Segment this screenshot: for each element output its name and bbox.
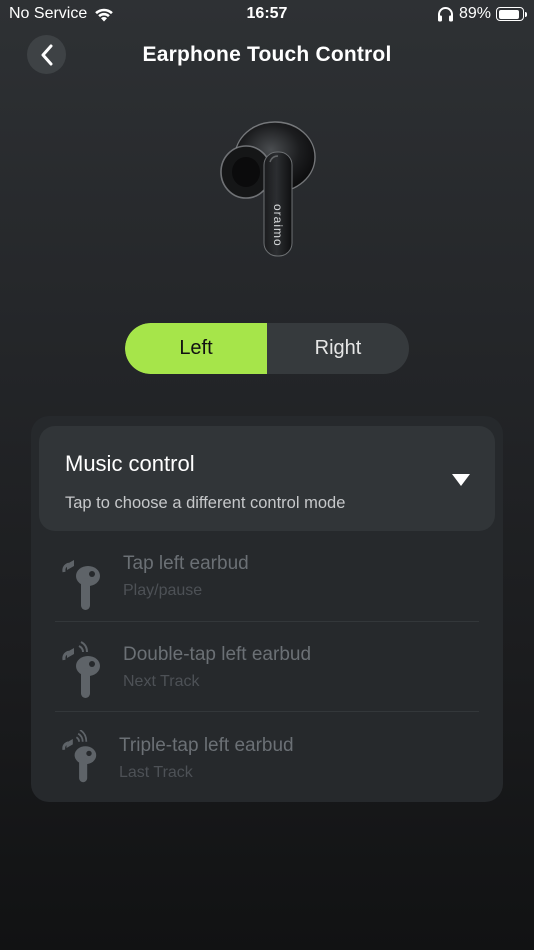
page-title: Earphone Touch Control [142,43,392,66]
gesture-row-double-tap[interactable]: Double-tap left earbud Next Track [55,622,479,710]
brand-logo: oraimo [271,204,285,247]
earbud-double-tap-icon [62,641,100,698]
gesture-row-tap[interactable]: Tap left earbud Play/pause [55,542,479,630]
earbud-tap-icon [62,560,100,610]
gesture-action: Last Track [119,764,193,781]
battery-fill [498,9,519,19]
tab-left[interactable]: Left [125,323,267,374]
status-right: 89% [437,5,527,23]
earbud-triple-tap-icon [62,730,97,783]
gesture-action: Play/pause [123,582,203,599]
gesture-action: Next Track [123,673,200,690]
gesture-title: Triple-tap left earbud [119,735,294,756]
gesture-title: Tap left earbud [123,553,249,574]
battery-icon [496,7,527,21]
earbud-image: oraimo [220,121,316,257]
control-panel: Music control Tap to choose a different … [31,416,503,802]
side-toggle: Left Right [125,323,409,374]
tab-right[interactable]: Right [267,323,409,374]
triangle-down-icon [452,474,470,486]
gesture-title: Double-tap left earbud [123,644,312,665]
control-mode-subtitle: Tap to choose a different control mode [65,494,346,512]
status-bar: No Service 16:57 89% [0,0,534,28]
control-mode-title: Music control [65,451,195,476]
control-mode-dropdown[interactable]: Music control Tap to choose a different … [39,426,495,531]
headphones-icon [437,7,453,22]
gesture-row-triple-tap[interactable]: Triple-tap left earbud Last Track [55,714,479,802]
divider [55,711,479,712]
nav-header: Earphone Touch Control [0,34,534,76]
battery-percent: 89% [458,5,491,22]
